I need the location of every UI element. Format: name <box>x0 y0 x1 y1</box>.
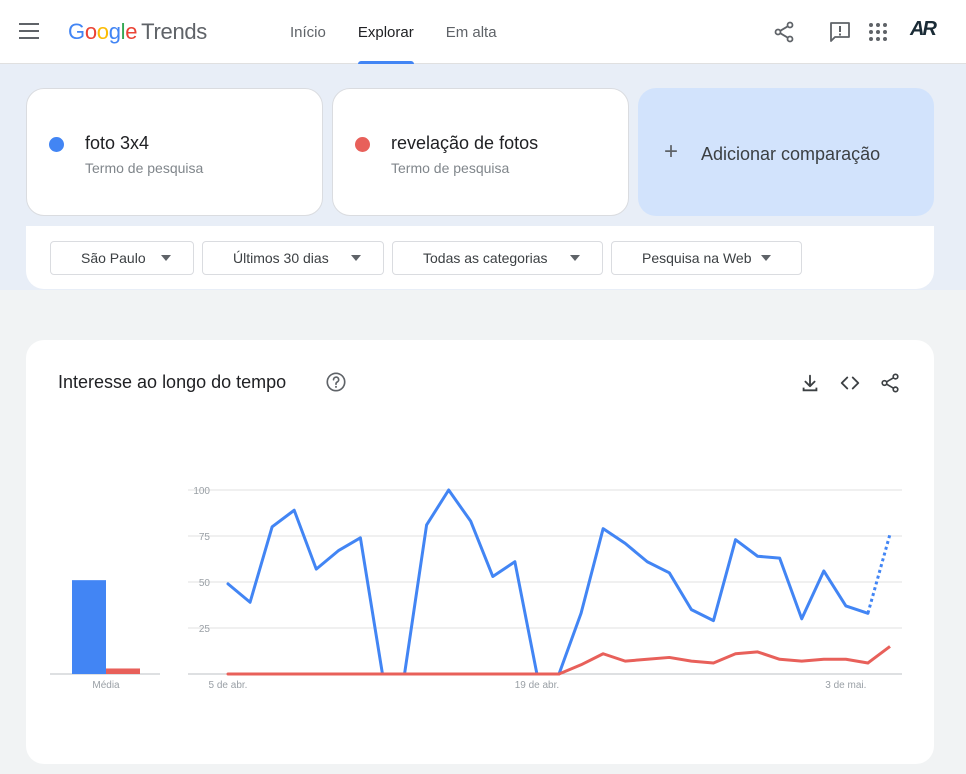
caret-down-icon <box>761 255 771 261</box>
average-bar <box>106 668 140 674</box>
term-color-dot <box>355 137 370 152</box>
filter-time-range[interactable]: Últimos 30 dias <box>202 241 384 275</box>
feedback-icon[interactable] <box>828 20 852 44</box>
x-tick-label: 3 de mai. <box>825 680 866 691</box>
plus-icon: + <box>664 138 679 165</box>
menu-icon[interactable] <box>19 23 39 39</box>
caret-down-icon <box>351 255 361 261</box>
average-bar <box>72 580 106 674</box>
nav-em-alta[interactable]: Em alta <box>430 0 513 64</box>
interest-line-chart: 100 75 50 25 5 de abr. 19 de abr. 3 de mai. Méd… <box>50 486 902 691</box>
y-tick-label: 75 <box>199 532 211 543</box>
add-comparison-label: Adicionar comparação <box>701 144 881 164</box>
search-term-card-2[interactable]: revelação de fotos Termo de pesquisa <box>332 88 629 216</box>
account-avatar[interactable]: AR <box>910 18 942 46</box>
filter-bar: São Paulo Últimos 30 dias Todas as categ… <box>26 226 934 289</box>
nav-explorar[interactable]: Explorar <box>342 0 430 64</box>
main-nav: Início Explorar Em alta <box>274 0 513 64</box>
series-line <box>226 650 870 676</box>
filter-search-type[interactable]: Pesquisa na Web <box>611 241 802 275</box>
term-color-dot <box>49 137 64 152</box>
share-icon[interactable] <box>772 20 796 44</box>
y-tick-label: 25 <box>199 624 211 635</box>
average-label: Média <box>92 680 120 691</box>
x-tick-label: 19 de abr. <box>515 680 559 691</box>
term-type: Termo de pesquisa <box>85 160 204 176</box>
top-app-bar: Google Trends Início Explorar Em alta AR <box>0 0 966 64</box>
caret-down-icon <box>161 255 171 261</box>
search-term-card-1[interactable]: foto 3x4 Termo de pesquisa <box>26 88 323 216</box>
term-name: foto 3x4 <box>85 133 150 153</box>
term-name: revelação de fotos <box>391 133 539 153</box>
add-comparison-button[interactable]: + Adicionar comparação <box>638 88 934 216</box>
caret-down-icon <box>570 255 580 261</box>
partial-data-line <box>866 533 892 614</box>
term-type: Termo de pesquisa <box>391 160 510 176</box>
y-tick-label: 100 <box>193 486 210 497</box>
nav-inicio[interactable]: Início <box>274 0 342 64</box>
google-trends-logo[interactable]: Google Trends <box>68 19 207 45</box>
y-tick-label: 50 <box>199 578 211 589</box>
filter-category[interactable]: Todas as categorias <box>392 241 603 275</box>
x-tick-label: 5 de abr. <box>209 680 248 691</box>
apps-grid-icon[interactable] <box>866 20 890 44</box>
series-line-tail <box>867 645 891 665</box>
interest-over-time-card: Interesse ao longo do tempo 100 75 50 25 5 d… <box>26 340 934 764</box>
filter-region[interactable]: São Paulo <box>50 241 194 275</box>
